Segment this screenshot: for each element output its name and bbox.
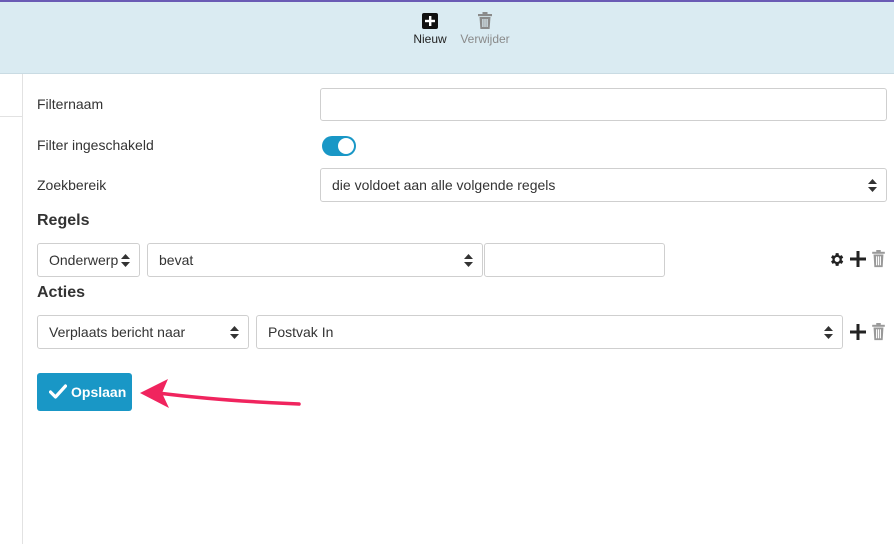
- sort-arrows-icon: [464, 254, 473, 267]
- add-rule-plus-icon[interactable]: [850, 251, 866, 267]
- filter-enabled-label: Filter ingeschakeld: [37, 137, 154, 153]
- delete-button[interactable]: Verwijder: [456, 10, 514, 46]
- annotation-arrow-icon: [140, 379, 301, 408]
- save-button[interactable]: Opslaan: [37, 373, 132, 411]
- filter-name-label: Filternaam: [37, 96, 104, 112]
- gear-icon[interactable]: [828, 251, 845, 268]
- plus-square-icon: [422, 13, 438, 29]
- scope-select-value: die voldoet aan alle volgende regels: [332, 177, 556, 193]
- rule-field-value: Onderwerp: [49, 252, 119, 268]
- actions-heading: Acties: [37, 284, 86, 301]
- delete-rule-trash-icon[interactable]: [871, 250, 886, 268]
- new-button-label: Nieuw: [413, 32, 447, 46]
- toggle-knob: [338, 138, 354, 154]
- filter-editor-window: Nieuw Verwijder Filternaam Filter ingesc…: [0, 0, 894, 544]
- action-target-select[interactable]: Postvak In: [256, 315, 843, 349]
- filter-enabled-toggle[interactable]: [322, 136, 356, 156]
- rule-field-select[interactable]: Onderwerp: [37, 243, 140, 277]
- action-type-select[interactable]: Verplaats bericht naar: [37, 315, 249, 349]
- action-target-value: Postvak In: [268, 324, 334, 340]
- folder-pane: [0, 74, 23, 544]
- scope-select[interactable]: die voldoet aan alle volgende regels: [320, 168, 887, 202]
- delete-action-trash-icon[interactable]: [871, 323, 886, 341]
- sort-arrows-icon: [121, 254, 130, 267]
- check-icon: [49, 384, 67, 399]
- save-button-label: Opslaan: [71, 384, 127, 400]
- scope-label: Zoekbereik: [37, 177, 107, 193]
- rule-operator-value: bevat: [159, 252, 194, 268]
- sort-arrows-icon: [230, 326, 239, 339]
- sort-arrows-icon: [868, 179, 877, 192]
- filter-name-input[interactable]: [320, 88, 887, 121]
- rule-value-input[interactable]: [484, 243, 665, 277]
- folder-pane-divider: [0, 116, 22, 117]
- rules-heading: Regels: [37, 212, 90, 229]
- new-button[interactable]: Nieuw: [409, 10, 451, 46]
- action-type-value: Verplaats bericht naar: [49, 324, 186, 340]
- toolbar: Nieuw Verwijder: [0, 0, 894, 74]
- rule-operator-select[interactable]: bevat: [147, 243, 483, 277]
- delete-button-label: Verwijder: [460, 32, 510, 46]
- add-action-plus-icon[interactable]: [850, 324, 866, 340]
- sort-arrows-icon: [824, 326, 833, 339]
- trash-icon: [478, 12, 492, 29]
